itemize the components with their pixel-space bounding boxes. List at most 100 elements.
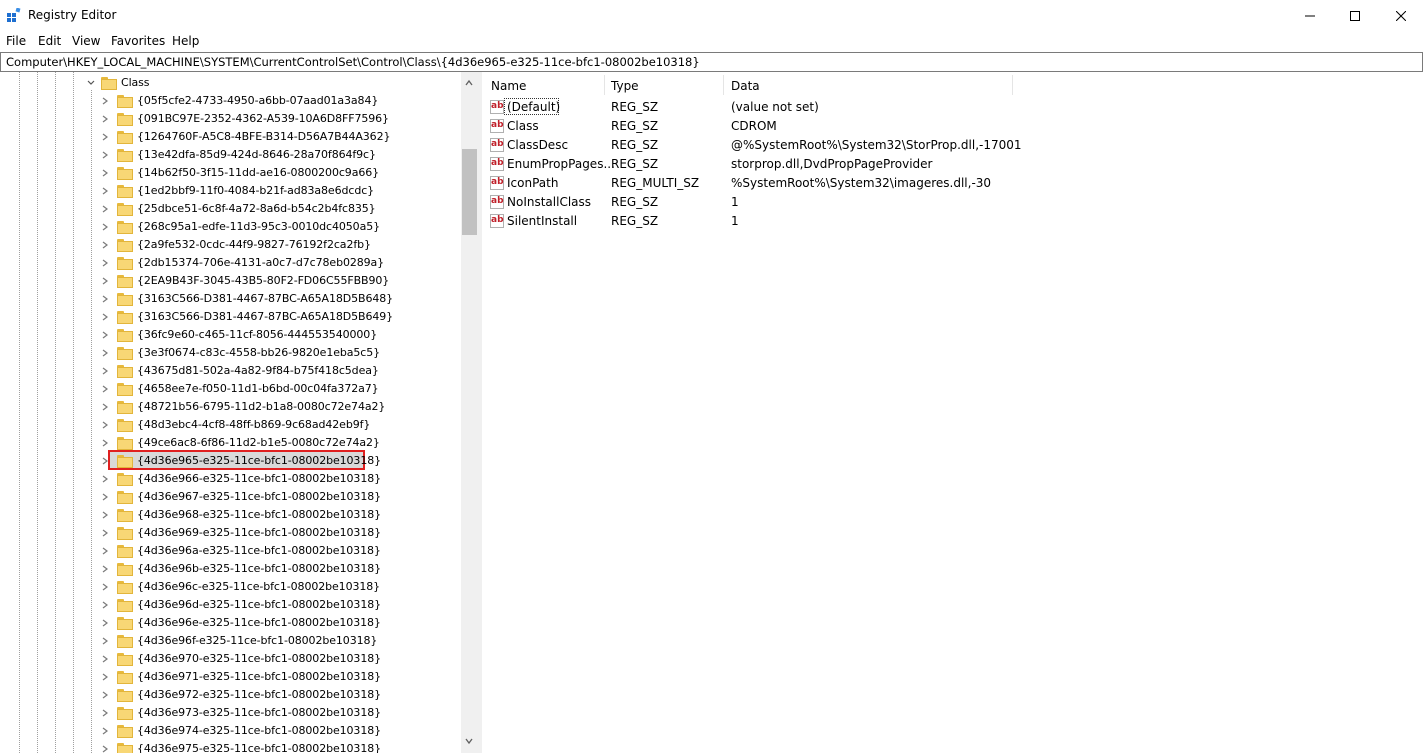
tree-item[interactable]: {13e42dfa-85d9-424d-8646-28a70f864f9c} [0, 146, 460, 164]
chevron-right-icon[interactable] [100, 636, 110, 646]
chevron-right-icon[interactable] [100, 294, 110, 304]
close-button[interactable] [1378, 0, 1424, 31]
tree-item[interactable]: {3163C566-D381-4467-87BC-A65A18D5B649} [0, 308, 460, 326]
maximize-button[interactable] [1332, 0, 1378, 31]
chevron-right-icon[interactable] [100, 132, 110, 142]
tree-item-selected[interactable]: {4d36e965-e325-11ce-bfc1-08002be10318} [0, 452, 460, 470]
chevron-right-icon[interactable] [100, 384, 110, 394]
tree-item[interactable]: {05f5cfe2-4733-4950-a6bb-07aad01a3a84} [0, 92, 460, 110]
tree-item[interactable]: {36fc9e60-c465-11cf-8056-444553540000} [0, 326, 460, 344]
value-row[interactable]: ab Class REG_SZ CDROM [483, 117, 1423, 136]
column-header-data[interactable]: Data [723, 72, 1013, 96]
menu-favorites[interactable]: Favorites [111, 34, 165, 48]
tree-item[interactable]: {4d36e96b-e325-11ce-bfc1-08002be10318} [0, 560, 460, 578]
tree-item[interactable]: {43675d81-502a-4a82-9f84-b75f418c5dea} [0, 362, 460, 380]
tree-item[interactable]: {4d36e967-e325-11ce-bfc1-08002be10318} [0, 488, 460, 506]
minimize-button[interactable] [1287, 0, 1333, 31]
tree-item-class[interactable]: Class [0, 74, 460, 92]
chevron-right-icon[interactable] [100, 546, 110, 556]
value-row[interactable]: ab SilentInstall REG_SZ 1 [483, 212, 1423, 231]
tree-item[interactable]: {4d36e971-e325-11ce-bfc1-08002be10318} [0, 668, 460, 686]
chevron-right-icon[interactable] [100, 528, 110, 538]
chevron-right-icon[interactable] [100, 672, 110, 682]
chevron-right-icon[interactable] [100, 114, 110, 124]
scroll-down-icon[interactable] [464, 736, 474, 746]
tree-item[interactable]: {1ed2bbf9-11f0-4084-b21f-ad83a8e6dcdc} [0, 182, 460, 200]
chevron-right-icon[interactable] [100, 168, 110, 178]
chevron-right-icon[interactable] [100, 564, 110, 574]
chevron-right-icon[interactable] [100, 258, 110, 268]
tree-item[interactable]: {4d36e96d-e325-11ce-bfc1-08002be10318} [0, 596, 460, 614]
scroll-up-icon[interactable] [464, 78, 474, 88]
chevron-right-icon[interactable] [100, 726, 110, 736]
chevron-right-icon[interactable] [100, 708, 110, 718]
chevron-right-icon[interactable] [100, 366, 110, 376]
value-row[interactable]: ab ClassDesc REG_SZ @%SystemRoot%\System32\… [483, 136, 1423, 155]
chevron-right-icon[interactable] [100, 204, 110, 214]
chevron-right-icon[interactable] [100, 402, 110, 412]
tree-item[interactable]: {2EA9B43F-3045-43B5-80F2-FD06C55FBB90} [0, 272, 460, 290]
tree-item[interactable]: {4d36e96a-e325-11ce-bfc1-08002be10318} [0, 542, 460, 560]
tree-item[interactable]: {3163C566-D381-4467-87BC-A65A18D5B648} [0, 290, 460, 308]
tree-item[interactable]: {091BC97E-2352-4362-A539-10A6D8FF7596} [0, 110, 460, 128]
chevron-right-icon[interactable] [100, 420, 110, 430]
chevron-right-icon[interactable] [100, 510, 110, 520]
chevron-right-icon[interactable] [100, 348, 110, 358]
tree-item[interactable]: {48721b56-6795-11d2-b1a8-0080c72e74a2} [0, 398, 460, 416]
tree-item[interactable]: {268c95a1-edfe-11d3-95c3-0010dc4050a5} [0, 218, 460, 236]
chevron-right-icon[interactable] [100, 492, 110, 502]
chevron-right-icon[interactable] [100, 222, 110, 232]
tree-item[interactable]: {25dbce51-6c8f-4a72-8a6d-b54c2b4fc835} [0, 200, 460, 218]
tree-item[interactable]: {49ce6ac8-6f86-11d2-b1e5-0080c72e74a2} [0, 434, 460, 452]
chevron-right-icon[interactable] [100, 618, 110, 628]
tree-item[interactable]: {4d36e974-e325-11ce-bfc1-08002be10318} [0, 722, 460, 740]
tree-item[interactable]: {4d36e96f-e325-11ce-bfc1-08002be10318} [0, 632, 460, 650]
chevron-right-icon[interactable] [100, 438, 110, 448]
chevron-right-icon[interactable] [100, 744, 110, 753]
tree-item[interactable]: {4d36e973-e325-11ce-bfc1-08002be10318} [0, 704, 460, 722]
tree-item[interactable]: {4d36e975-e325-11ce-bfc1-08002be10318} [0, 740, 460, 753]
value-row[interactable]: ab NoInstallClass REG_SZ 1 [483, 193, 1423, 212]
column-header-name[interactable]: Name [483, 72, 603, 96]
tree-item[interactable]: {48d3ebc4-4cf8-48ff-b869-9c68ad42eb9f} [0, 416, 460, 434]
chevron-right-icon[interactable] [100, 474, 110, 484]
chevron-right-icon[interactable] [100, 312, 110, 322]
tree-item[interactable]: {4d36e972-e325-11ce-bfc1-08002be10318} [0, 686, 460, 704]
tree-item[interactable]: {4d36e969-e325-11ce-bfc1-08002be10318} [0, 524, 460, 542]
value-row[interactable]: ab (Default) REG_SZ (value not set) [483, 98, 1423, 117]
menu-edit[interactable]: Edit [38, 34, 61, 48]
chevron-right-icon[interactable] [100, 582, 110, 592]
chevron-right-icon[interactable] [100, 330, 110, 340]
tree-item[interactable]: {4d36e970-e325-11ce-bfc1-08002be10318} [0, 650, 460, 668]
value-row[interactable]: ab EnumPropPages... REG_SZ storprop.dll,Dvd… [483, 155, 1423, 174]
menu-view[interactable]: View [72, 34, 100, 48]
menu-help[interactable]: Help [172, 34, 199, 48]
tree-scroll-thumb[interactable] [462, 149, 477, 235]
tree-item[interactable]: {4d36e96c-e325-11ce-bfc1-08002be10318} [0, 578, 460, 596]
chevron-right-icon[interactable] [100, 240, 110, 250]
chevron-right-icon[interactable] [100, 150, 110, 160]
tree-item[interactable]: {2db15374-706e-4131-a0c7-d7c78eb0289a} [0, 254, 460, 272]
pane-splitter[interactable] [478, 72, 482, 753]
column-header-type[interactable]: Type [603, 72, 723, 96]
chevron-right-icon[interactable] [100, 276, 110, 286]
address-bar[interactable]: Computer\HKEY_LOCAL_MACHINE\SYSTEM\Curre… [0, 52, 1423, 72]
tree-item[interactable]: {14b62f50-3f15-11dd-ae16-0800200c9a66} [0, 164, 460, 182]
tree-item[interactable]: {2a9fe532-0cdc-44f9-9827-76192f2ca2fb} [0, 236, 460, 254]
tree-scrollbar[interactable] [461, 72, 478, 753]
chevron-right-icon[interactable] [100, 186, 110, 196]
chevron-right-icon[interactable] [100, 600, 110, 610]
chevron-right-icon[interactable] [100, 96, 110, 106]
tree-item[interactable]: {1264760F-A5C8-4BFE-B314-D56A7B44A362} [0, 128, 460, 146]
menu-file[interactable]: File [6, 34, 26, 48]
chevron-right-icon[interactable] [100, 456, 110, 466]
chevron-right-icon[interactable] [100, 654, 110, 664]
tree-item[interactable]: {4d36e968-e325-11ce-bfc1-08002be10318} [0, 506, 460, 524]
tree-item[interactable]: {3e3f0674-c83c-4558-bb26-9820e1eba5c5} [0, 344, 460, 362]
chevron-right-icon[interactable] [100, 690, 110, 700]
tree-item[interactable]: {4d36e96e-e325-11ce-bfc1-08002be10318} [0, 614, 460, 632]
tree-item[interactable]: {4658ee7e-f050-11d1-b6bd-00c04fa372a7} [0, 380, 460, 398]
chevron-down-icon[interactable] [86, 78, 96, 88]
value-row[interactable]: ab IconPath REG_MULTI_SZ %SystemRoot%\Syste… [483, 174, 1423, 193]
tree-item[interactable]: {4d36e966-e325-11ce-bfc1-08002be10318} [0, 470, 460, 488]
